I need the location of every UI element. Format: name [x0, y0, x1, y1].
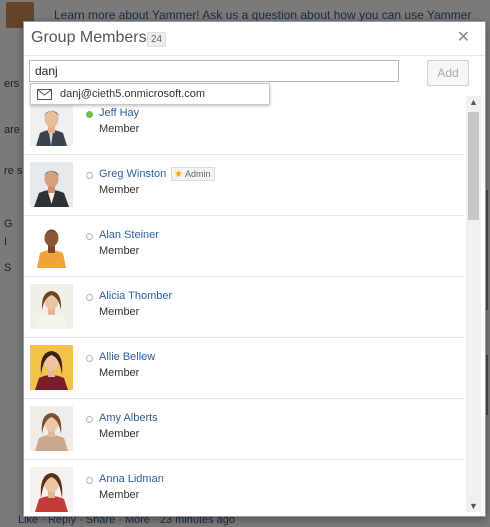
member-name-link[interactable]: Alicia Thomber [99, 290, 172, 302]
dialog-title: Group Members [31, 29, 147, 46]
status-online-icon [86, 111, 93, 118]
member-photo[interactable] [30, 406, 73, 451]
member-row: Allie Bellew Member [24, 338, 464, 399]
status-offline-icon [86, 172, 93, 179]
member-count-badge: 24 [147, 32, 167, 47]
member-photo[interactable] [30, 467, 73, 512]
member-name-link[interactable]: Greg Winston [99, 168, 166, 180]
member-photo[interactable] [30, 284, 73, 329]
dialog-header: Group Members 24 ✕ [24, 22, 485, 56]
status-offline-icon [86, 477, 93, 484]
status-offline-icon [86, 294, 93, 301]
member-role: Member [99, 123, 140, 135]
member-role: Member [99, 367, 140, 379]
star-icon: ★ [174, 169, 183, 180]
member-row: Amy Alberts Member [24, 399, 464, 460]
member-row: Alan Steiner Member [24, 216, 464, 277]
member-photo[interactable] [30, 345, 73, 390]
member-row: Greg Winston ★ Admin Member [24, 155, 464, 216]
member-name-link[interactable]: Jeff Hay [99, 107, 139, 119]
member-photo[interactable] [30, 101, 73, 146]
member-name-link[interactable]: Alan Steiner [99, 229, 159, 241]
admin-badge-label: Admin [184, 169, 211, 179]
member-role: Member [99, 428, 140, 440]
member-list: Jeff Hay Member Greg Winston ★ Admin Memb… [24, 94, 464, 514]
scroll-down-icon[interactable]: ▼ [466, 501, 481, 511]
member-row: Alicia Thomber Member [24, 277, 464, 338]
status-offline-icon [86, 416, 93, 423]
admin-badge: ★ Admin [171, 167, 216, 181]
close-icon[interactable]: ✕ [457, 27, 470, 47]
member-photo[interactable] [30, 162, 73, 207]
member-name-link[interactable]: Amy Alberts [99, 412, 158, 424]
group-members-dialog: Group Members 24 ✕ Add Jeff Hay Member [23, 21, 486, 517]
member-role: Member [99, 306, 140, 318]
scrollbar-thumb[interactable] [468, 112, 479, 220]
status-offline-icon [86, 355, 93, 362]
mail-icon [37, 89, 52, 100]
add-member-input[interactable] [29, 60, 399, 82]
add-button[interactable]: Add [427, 60, 469, 86]
member-photo[interactable] [30, 223, 73, 268]
member-role: Member [99, 245, 140, 257]
email-suggestion-item[interactable]: danj@cieth5.onmicrosoft.com [30, 83, 270, 105]
member-row: Anna Lidman Member [24, 460, 464, 514]
member-list-scrollbar[interactable]: ▲ ▼ [466, 96, 481, 512]
member-name-link[interactable]: Allie Bellew [99, 351, 155, 363]
suggestion-email: danj@cieth5.onmicrosoft.com [60, 88, 206, 100]
scroll-up-icon[interactable]: ▲ [466, 97, 481, 107]
member-name-link[interactable]: Anna Lidman [99, 473, 164, 485]
status-offline-icon [86, 233, 93, 240]
member-role: Member [99, 489, 140, 501]
member-role: Member [99, 184, 140, 196]
